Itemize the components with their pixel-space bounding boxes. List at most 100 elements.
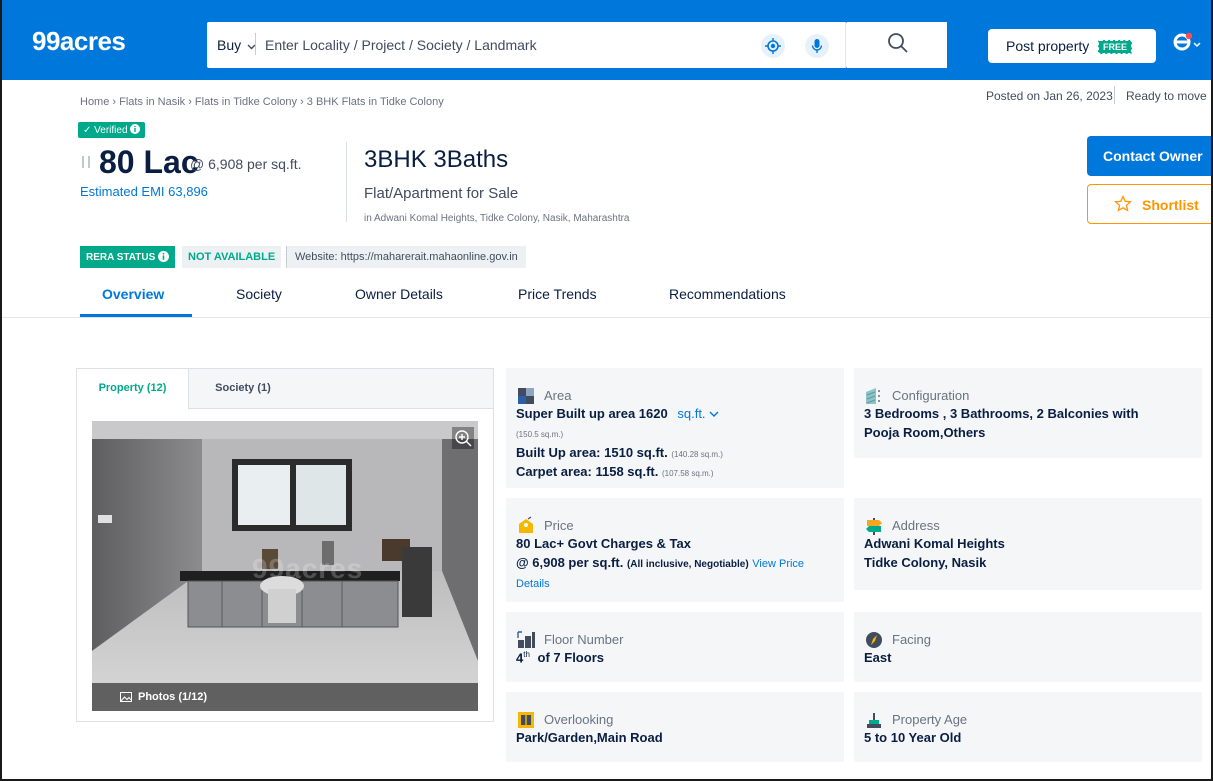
configuration-line2: Pooja Room,Others <box>864 425 986 440</box>
verified-label: ✓ Verified <box>83 125 128 136</box>
carpet-value: Carpet area: 1158 sq.ft. <box>516 464 659 479</box>
tab-recommendations[interactable]: Recommendations <box>669 286 786 302</box>
rera-website[interactable]: Website: https://maharerait.mahaonline.g… <box>286 246 526 268</box>
microphone-icon[interactable] <box>805 34 829 58</box>
super-built-value: Super Built up area 1620 <box>516 406 668 421</box>
property-location: in Adwani Komal Heights, Tidke Colony, N… <box>364 213 630 224</box>
chevron-down-icon <box>709 411 719 417</box>
built-up-value: Built Up area: 1510 sq.ft. <box>516 445 668 460</box>
info-icon[interactable] <box>158 251 170 262</box>
compass-icon <box>866 632 882 648</box>
property-type: Flat/Apartment for Sale <box>364 185 519 202</box>
photo-counter-bar[interactable]: Photos (1/12) <box>92 683 478 711</box>
zoom-in-icon[interactable] <box>452 427 474 449</box>
buy-label: Buy <box>217 37 242 53</box>
tab-owner-details[interactable]: Owner Details <box>355 286 443 302</box>
shortlist-label: Shortlist <box>1142 197 1199 213</box>
property-age-icon <box>867 713 881 728</box>
user-menu-icon[interactable] <box>1172 30 1202 60</box>
search-bar: Buy <box>207 22 847 68</box>
configuration-label: Configuration <box>892 388 970 403</box>
floor-label: Floor Number <box>544 632 624 647</box>
view-price-link[interactable]: View Price <box>752 558 804 570</box>
price-per-sqft: @ 6,908 per sq.ft. <box>190 156 302 172</box>
signpost-icon <box>866 518 882 535</box>
active-tab-indicator <box>80 314 192 317</box>
carpet-area: Carpet area: 1158 sq.ft. (107.58 sq.m.) <box>516 464 714 479</box>
property-title: 3BHK 3Baths <box>364 146 509 173</box>
overlooking-icon <box>518 712 534 728</box>
price-per-sqft-detail: @ 6,908 per sq.ft. (All inclusive, Negot… <box>516 555 804 570</box>
super-built-area: Super Built up area 1620 sq.ft. <box>516 406 719 421</box>
locate-me-icon[interactable] <box>761 34 785 58</box>
buy-dropdown[interactable]: Buy <box>217 37 256 53</box>
floor-card: Floor Number 4th of 7 Floors <box>506 612 844 682</box>
tab-price-trends[interactable]: Price Trends <box>518 286 597 302</box>
info-icon[interactable] <box>130 124 141 134</box>
section-tabs: Overview Society Owner Details Price Tre… <box>2 276 1211 318</box>
image-icon <box>120 692 132 702</box>
rera-status-label: RERA STATUS <box>86 252 156 263</box>
address-label: Address <box>892 518 940 533</box>
posted-date: Posted on Jan 26, 2023 <box>986 89 1113 103</box>
floor-number-icon <box>517 631 535 648</box>
photo-watermark: 99acres <box>252 553 364 584</box>
address-line2: Tidke Colony, Nasik <box>864 555 987 570</box>
facing-value: East <box>864 650 892 665</box>
title-divider <box>346 142 347 222</box>
price-value: 80 Lac+ Govt Charges & Tax <box>516 536 691 551</box>
area-unit-dropdown[interactable]: sq.ft. <box>677 406 719 421</box>
post-property-button[interactable]: Post property FREE <box>988 29 1156 63</box>
price-label: Price <box>544 518 574 533</box>
built-up-sqm: (140.28 sq.m.) <box>671 450 723 459</box>
price-inclusive-note: (All inclusive, Negotiable) <box>626 559 749 570</box>
price: 80 Lac <box>99 144 199 180</box>
tab-society[interactable]: Society <box>236 286 282 302</box>
search-divider <box>845 22 846 68</box>
overlooking-label: Overlooking <box>544 712 614 727</box>
contact-owner-button[interactable]: Contact Owner <box>1087 136 1211 176</box>
photo-tabs: Property (12) Society (1) <box>77 369 493 410</box>
floor-value: 4th of 7 Floors <box>516 650 604 665</box>
address-line1: Adwani Komal Heights <box>864 536 1005 551</box>
built-up-area: Built Up area: 1510 sq.ft. (140.28 sq.m.… <box>516 445 723 460</box>
floor-suffix: th <box>523 650 530 659</box>
configuration-line1: 3 Bedrooms , 3 Bathrooms, 2 Balconies wi… <box>864 406 1139 421</box>
rera-status-value: NOT AVAILABLE <box>182 246 282 268</box>
contact-owner-label: Contact Owner <box>1103 148 1203 164</box>
facing-card: Facing East <box>854 612 1202 682</box>
free-badge: FREE <box>1098 40 1133 54</box>
top-header: 99acres Buy Post property FREE <box>2 0 1211 80</box>
price-rate: @ 6,908 per sq.ft. <box>516 555 624 570</box>
area-icon <box>518 388 534 404</box>
site-logo[interactable]: 99acres <box>32 26 126 57</box>
post-property-label: Post property <box>1006 38 1090 54</box>
posted-divider <box>1114 86 1115 104</box>
tab-overview[interactable]: Overview <box>102 286 164 302</box>
property-age-label: Property Age <box>892 712 968 727</box>
shortlist-button[interactable]: Shortlist <box>1087 184 1211 224</box>
photo-tab-property[interactable]: Property (12) <box>77 369 189 410</box>
area-unit-label: sq.ft. <box>677 406 706 421</box>
photo-tab-society[interactable]: Society (1) <box>189 369 297 409</box>
search-button[interactable] <box>847 22 947 68</box>
breadcrumb[interactable]: Home › Flats in Nasik › Flats in Tidke C… <box>80 96 444 108</box>
search-input[interactable] <box>265 29 725 61</box>
estimated-emi-link[interactable]: Estimated EMI 63,896 <box>80 184 208 199</box>
facing-label: Facing <box>892 632 932 647</box>
configuration-card: Configuration 3 Bedrooms , 3 Bathrooms, … <box>854 368 1202 458</box>
photos-count-label: Photos (1/12) <box>138 691 208 703</box>
possession-status: Ready to move <box>1126 89 1207 103</box>
overlooking-card: Overlooking Park/Garden,Main Road <box>506 692 844 762</box>
verified-badge: ✓ Verified <box>78 122 146 138</box>
search-icon <box>888 33 908 53</box>
page-frame: 99acres Buy Post property FREE <box>0 0 1213 781</box>
price-details-link[interactable]: Details <box>516 578 550 590</box>
configuration-icon <box>866 388 880 404</box>
photo-gallery: Property (12) Society (1) 99acres Photos… <box>76 368 494 722</box>
property-photo[interactable]: 99acres Photos (1/12) <box>92 421 478 711</box>
rupee-icon <box>82 156 90 168</box>
property-age-card: Property Age 5 to 10 Year Old <box>854 692 1202 762</box>
buy-divider <box>255 33 256 55</box>
star-icon <box>1114 195 1132 212</box>
